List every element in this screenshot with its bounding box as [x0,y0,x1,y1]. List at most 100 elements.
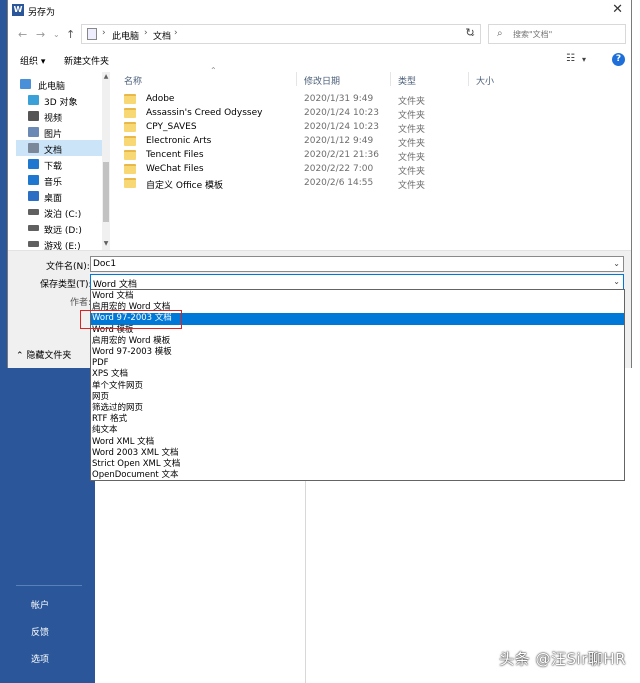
dropdown-option[interactable]: Word 2003 XML 文档 [91,448,624,459]
file-name: Adobe [146,94,175,104]
nav-item-pictures[interactable]: 图片 [16,124,108,140]
folder-icon [124,164,136,174]
file-name: CPY_SAVES [146,122,197,132]
list-item[interactable]: Tencent Files 2020/2/21 21:36 文件夹 [118,148,518,163]
nav-item-music[interactable]: 音乐 [16,172,108,188]
nav-item-label: 致远 (D:) [44,226,82,236]
savetype-select[interactable]: Word 文档 ⌄ [90,274,624,290]
refresh-icon[interactable]: ↻ [460,26,480,42]
drive-icon [28,225,39,231]
forward-arrow-icon[interactable]: → [36,28,45,41]
search-input[interactable] [513,27,621,41]
backstage-feedback[interactable]: 反馈 [31,625,49,638]
column-divider[interactable] [296,72,297,86]
column-divider[interactable] [390,72,391,86]
dropdown-option[interactable]: OpenDocument 文本 [91,470,624,481]
dropdown-option[interactable]: 纯文本 [91,425,624,436]
new-folder-button[interactable]: 新建文件夹 [64,54,109,67]
filename-input[interactable] [93,258,603,270]
dropdown-option[interactable]: RTF 格式 [91,414,624,425]
column-header-size[interactable]: 大小 [476,74,494,87]
column-header-date[interactable]: 修改日期 [304,74,340,87]
folder-icon [124,94,136,104]
navigation-scrollbar[interactable]: ▲ ▼ [102,72,110,250]
scroll-up-icon[interactable]: ▲ [102,73,110,80]
address-bar[interactable]: › 此电脑 › 文档 › ⌄ [81,24,481,44]
dropdown-option[interactable]: Strict Open XML 文档 [91,459,624,470]
navigation-pane: 此电脑 3D 对象 视频 图片 文档 下载 音乐 桌面 泼泊 (C:) 致远 (… [16,72,112,252]
nav-item-downloads[interactable]: 下载 [16,156,108,172]
dropdown-option[interactable]: 启用宏的 Word 模板 [91,336,624,347]
scrollbar-thumb[interactable] [103,162,109,222]
nav-item-label: 视频 [44,114,63,124]
view-options-icon[interactable]: ☷ [566,53,575,64]
dropdown-option[interactable]: Word XML 文档 [91,437,624,448]
chevron-down-icon[interactable]: ⌄ [613,277,620,286]
dropdown-option[interactable]: Word 文档 [91,291,624,302]
backstage-account[interactable]: 帐户 [31,598,49,611]
column-divider[interactable] [468,72,469,86]
breadcrumb-separator-icon: › [144,28,148,38]
folder-icon [124,150,136,160]
breadcrumb-this-pc[interactable]: 此电脑 [112,29,139,42]
dropdown-option[interactable]: 筛选过的网页 [91,403,624,414]
dropdown-option[interactable]: PDF [91,358,624,369]
search-icon: ⌕ [497,28,503,39]
word-app-icon: W [12,4,24,16]
breadcrumb-documents[interactable]: 文档 [153,29,171,42]
backstage-divider [16,585,82,586]
chevron-down-icon[interactable]: ▾ [582,55,586,64]
list-item[interactable]: CPY_SAVES 2020/1/24 10:23 文件夹 [118,120,518,135]
help-icon[interactable]: ? [612,53,625,66]
up-arrow-icon[interactable]: ↑ [66,28,75,41]
search-box[interactable]: ⌕ [488,24,626,44]
list-item[interactable]: Adobe 2020/1/31 9:49 文件夹 [118,92,518,107]
list-item[interactable]: Assassin's Creed Odyssey 2020/1/24 10:23… [118,106,518,121]
list-item[interactable]: WeChat Files 2020/2/22 7:00 文件夹 [118,162,518,177]
recent-locations-icon[interactable]: ⌄ [53,30,60,39]
close-button[interactable]: ✕ [612,2,623,17]
chevron-down-icon[interactable]: ⌄ [613,259,620,268]
nav-item-label: 图片 [44,130,63,140]
drive-icon [28,209,39,215]
nav-item-this-pc[interactable]: 此电脑 [16,76,108,92]
backstage-options[interactable]: 选项 [31,652,49,665]
dialog-title: 另存为 [28,8,56,18]
dropdown-option[interactable]: XPS 文档 [91,369,624,380]
watermark: 头条 @汪Sir聊HR [499,650,626,668]
column-header-name[interactable]: 名称 [124,74,142,87]
download-icon [28,159,39,169]
file-type: 文件夹 [398,181,426,191]
hide-folders-label: 隐藏文件夹 [26,351,72,361]
folder-icon [124,136,136,146]
file-name: Tencent Files [146,150,204,160]
back-arrow-icon[interactable]: ← [18,28,27,41]
file-date: 2020/2/6 14:55 [304,178,374,188]
nav-item-drive-c[interactable]: 泼泊 (C:) [16,204,108,220]
organize-button[interactable]: 组织 ▾ [20,54,45,67]
savetype-label: 保存类型(T): [40,280,92,290]
file-date: 2020/1/24 10:23 [304,122,379,132]
hide-folders-button[interactable]: ⌃ 隐藏文件夹 [16,348,71,361]
filename-field[interactable]: ⌄ [90,256,624,272]
nav-item-label: 泼泊 (C:) [44,210,82,220]
nav-item-label: 桌面 [44,194,63,204]
file-date: 2020/1/31 9:49 [304,94,374,104]
scroll-down-icon[interactable]: ▼ [102,240,110,247]
nav-item-3d-objects[interactable]: 3D 对象 [16,92,108,108]
dropdown-option[interactable]: 单个文件网页 [91,381,624,392]
nav-item-documents[interactable]: 文档 [16,140,108,156]
dropdown-option[interactable]: 网页 [91,392,624,403]
file-date: 2020/2/22 7:00 [304,164,374,174]
picture-icon [28,127,39,137]
nav-item-drive-d[interactable]: 致远 (D:) [16,220,108,236]
folder-icon [124,178,136,188]
file-name: Electronic Arts [146,136,212,146]
column-header-type[interactable]: 类型 [398,74,416,87]
list-item[interactable]: 自定义 Office 模板 2020/2/6 14:55 文件夹 [118,176,518,191]
nav-item-label: 下载 [44,162,63,172]
nav-item-videos[interactable]: 视频 [16,108,108,124]
list-item[interactable]: Electronic Arts 2020/1/12 9:49 文件夹 [118,134,518,149]
nav-item-desktop[interactable]: 桌面 [16,188,108,204]
dropdown-option[interactable]: Word 97-2003 模板 [91,347,624,358]
